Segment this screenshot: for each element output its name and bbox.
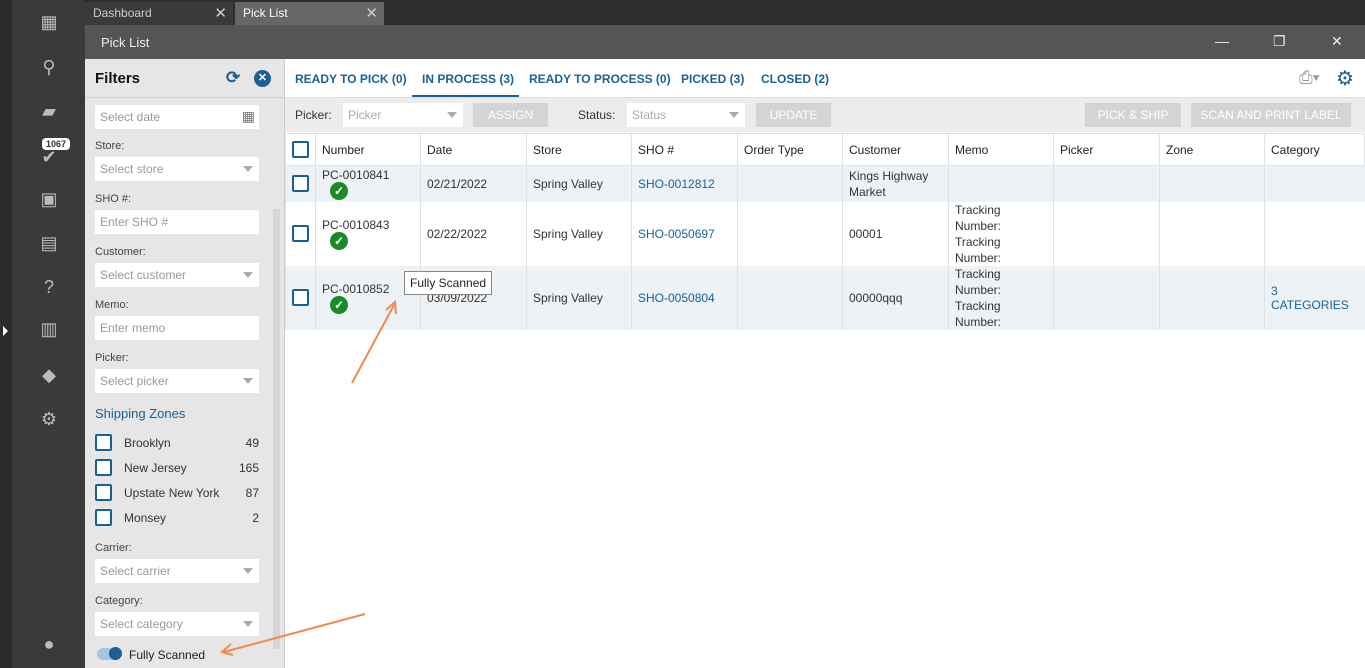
annotation-arrow — [351, 304, 395, 384]
annotation-arrows — [219, 299, 397, 656]
annotation-arrow — [223, 613, 366, 653]
